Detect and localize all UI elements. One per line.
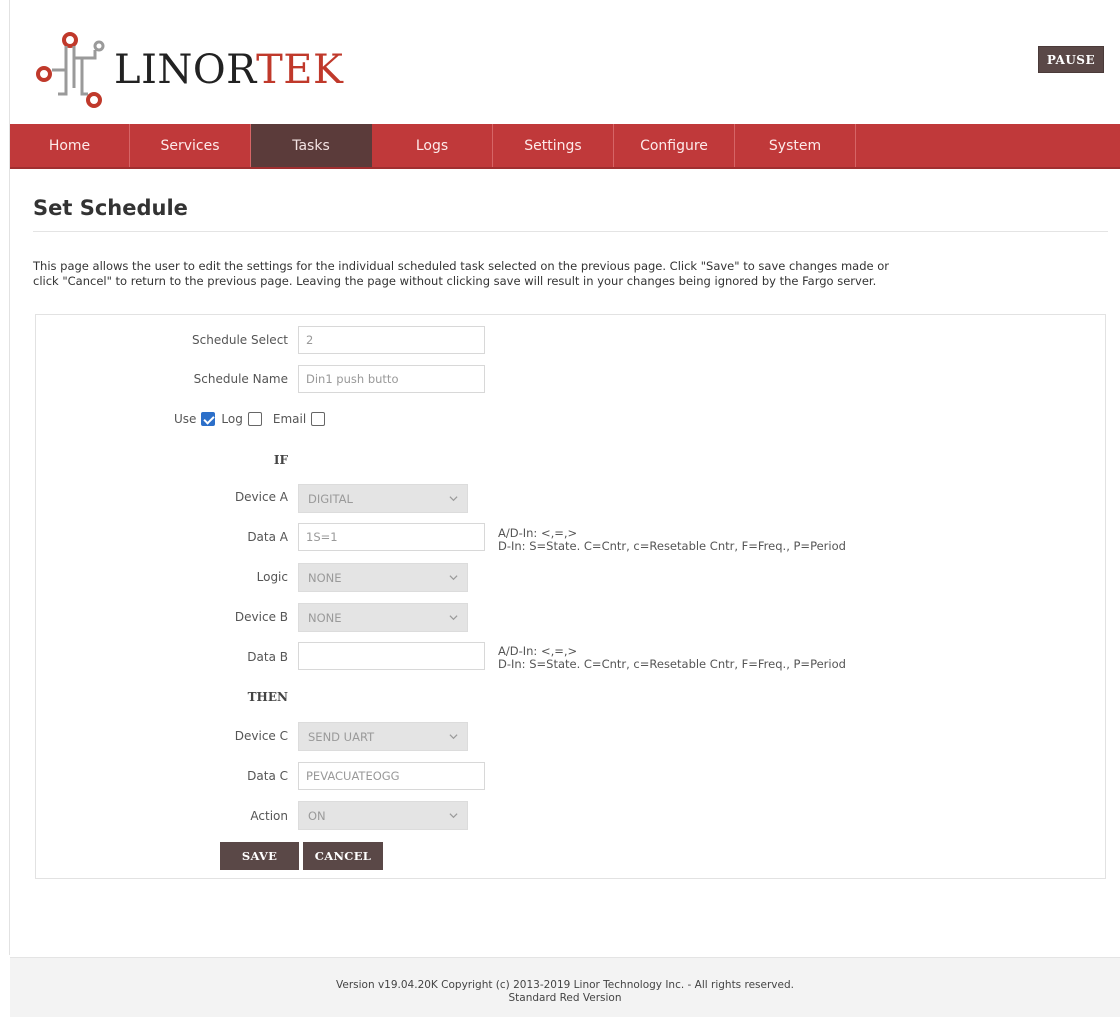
use-checkbox[interactable] [201,412,216,426]
chevron-down-icon [449,496,458,502]
use-label: Use [174,412,197,426]
log-label: Log [221,412,243,426]
email-label: Email [272,412,307,426]
device-b-select[interactable]: NONE [298,603,468,632]
footer-copyright: Version v19.04.20K Copyright (c) 2013-20… [336,979,794,991]
data-a-input[interactable]: 1S=1 [298,523,485,551]
log-checkbox[interactable] [247,412,262,426]
chevron-down-icon [449,615,458,621]
schedule-select-input[interactable]: 2 [298,326,485,354]
logic-select[interactable]: NONE [298,563,468,592]
chevron-down-icon [449,813,458,819]
device-a-select[interactable]: DIGITAL [298,484,468,513]
header: LINORTEK PAUSE [0,0,1120,124]
data-a-hint: A/D-In: <,=,> D-In: S=State. C=Cntr, c=R… [498,526,846,553]
schedule-form-panel [35,314,1106,879]
chevron-down-icon [449,575,458,581]
circuit-logo-icon [36,32,105,108]
footer-edition: Standard Red Version [508,992,622,1004]
action-label: Action [250,809,288,823]
title-divider [33,231,1108,232]
footer: Version v19.04.20K Copyright (c) 2013-20… [10,957,1120,1017]
data-b-input[interactable] [298,642,485,670]
nav-tasks[interactable]: Tasks [251,124,372,167]
schedule-select-label: Schedule Select [192,333,288,347]
brand-wordmark: LINORTEK [114,47,344,93]
save-button[interactable]: SAVE [220,842,299,870]
schedule-name-input[interactable]: Din1 push butto [298,365,485,393]
data-c-input[interactable]: PEVACUATEOGG [298,762,485,790]
options-row: Use Log Email [174,412,331,426]
pause-button[interactable]: PAUSE [1038,46,1104,73]
data-b-label: Data B [247,650,288,664]
page-title: Set Schedule [33,196,188,220]
nav-services[interactable]: Services [130,124,251,167]
nav-settings[interactable]: Settings [493,124,614,167]
main-nav: Home Services Tasks Logs Settings Config… [10,124,1120,169]
email-checkbox[interactable] [311,412,326,426]
nav-home[interactable]: Home [10,124,130,167]
logic-label: Logic [256,570,288,584]
device-b-label: Device B [234,610,288,624]
schedule-name-label: Schedule Name [193,372,288,386]
device-a-label: Device A [234,490,288,504]
nav-configure[interactable]: Configure [614,124,735,167]
data-c-label: Data C [247,769,288,783]
data-a-label: Data A [247,530,288,544]
device-c-label: Device C [234,729,288,743]
nav-logs[interactable]: Logs [372,124,493,167]
brand-logo[interactable]: LINORTEK [30,30,360,110]
cancel-button[interactable]: CANCEL [303,842,383,870]
chevron-down-icon [449,734,458,740]
action-select[interactable]: ON [298,801,468,830]
device-c-select[interactable]: SEND UART [298,722,468,751]
nav-system[interactable]: System [735,124,856,167]
then-heading: THEN [247,690,288,704]
if-heading: IF [273,453,288,467]
data-b-hint: A/D-In: <,=,> D-In: S=State. C=Cntr, c=R… [498,644,846,671]
page-description: This page allows the user to edit the se… [33,259,889,288]
